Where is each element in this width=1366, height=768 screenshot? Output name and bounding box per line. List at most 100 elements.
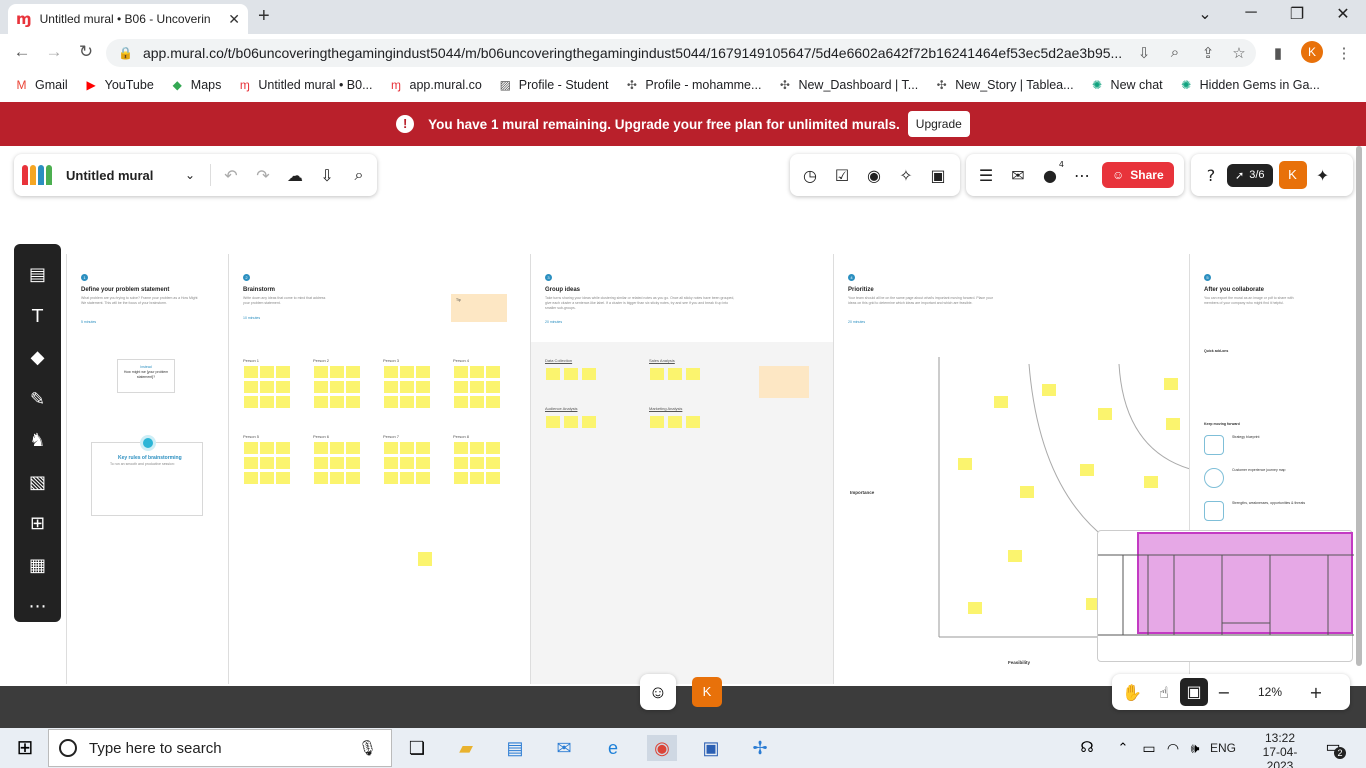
sticky-note[interactable] xyxy=(564,416,578,428)
more-icon[interactable]: ⋯ xyxy=(1066,166,1098,185)
sticky-note[interactable] xyxy=(958,458,972,470)
sticky-note[interactable] xyxy=(416,366,430,378)
sticky-note[interactable] xyxy=(260,442,274,454)
restore-button[interactable]: ❐ xyxy=(1282,4,1312,24)
reload-button[interactable]: ↻ xyxy=(74,42,98,62)
bookmark-item[interactable]: ▨ Profile - Student xyxy=(498,78,609,92)
bookmark-item[interactable]: ◆ Maps xyxy=(170,78,222,92)
sticky-note[interactable] xyxy=(582,416,596,428)
sticky-note[interactable] xyxy=(1164,378,1178,390)
side-panel-icon[interactable]: ▮ xyxy=(1268,44,1288,62)
sticky-note[interactable] xyxy=(244,381,258,393)
shapes-icon[interactable]: ◆ xyxy=(14,337,61,379)
timer-icon[interactable]: ◷ xyxy=(794,166,826,185)
windows-start-icon[interactable]: ⊞ xyxy=(10,735,40,761)
mural-canvas[interactable]: 1 Define your problem statement What pro… xyxy=(0,146,1366,728)
sticky-note[interactable] xyxy=(454,381,468,393)
sticky-note[interactable] xyxy=(260,457,274,469)
people-icon[interactable]: ☊ xyxy=(1072,735,1102,761)
sticky-note[interactable] xyxy=(260,396,274,408)
address-bar[interactable]: 🔒 app.mural.co/t/b06uncoveringthegamingi… xyxy=(106,39,1256,67)
sticky-note[interactable] xyxy=(1042,384,1056,396)
sticky-note[interactable] xyxy=(276,366,290,378)
sticky-note[interactable] xyxy=(244,396,258,408)
sticky-note[interactable] xyxy=(546,368,560,380)
sticky-note[interactable] xyxy=(686,368,700,380)
sticky-note[interactable] xyxy=(486,457,500,469)
sticky-note[interactable] xyxy=(1020,486,1034,498)
zoom-level[interactable]: 12% xyxy=(1240,685,1300,699)
select-tool-icon[interactable]: ☝ xyxy=(1148,683,1180,702)
icons-llama-icon[interactable]: ♞ xyxy=(14,420,61,462)
sticky-note[interactable] xyxy=(994,396,1008,408)
sticky-note[interactable] xyxy=(346,442,360,454)
sticky-note[interactable] xyxy=(1144,476,1158,488)
file-explorer-icon[interactable]: ▰ xyxy=(451,735,481,761)
app-icon[interactable]: ▣ xyxy=(696,735,726,761)
sticky-note[interactable] xyxy=(416,457,430,469)
sticky-note[interactable] xyxy=(276,381,290,393)
redo-icon[interactable]: ↷ xyxy=(247,166,279,185)
sticky-note[interactable] xyxy=(384,472,398,484)
task-view-icon[interactable]: ❏ xyxy=(402,735,432,761)
install-icon[interactable]: ⇩ xyxy=(1134,44,1154,62)
sticky-note[interactable] xyxy=(330,381,344,393)
bookmark-item[interactable]: ✣ New_Story | Tablea... xyxy=(934,78,1074,92)
self-avatar[interactable]: K xyxy=(692,677,722,707)
sticky-note[interactable] xyxy=(384,396,398,408)
sticky-note[interactable] xyxy=(546,416,560,428)
reaction-icon[interactable]: ☺ xyxy=(640,674,676,710)
sticky-note[interactable] xyxy=(470,366,484,378)
mural-title[interactable]: Untitled mural xyxy=(66,168,174,183)
minimap-toggle-icon[interactable]: ▣ xyxy=(1180,678,1208,706)
ai-sparkle-icon[interactable]: ✦ xyxy=(1307,166,1339,185)
sticky-note[interactable] xyxy=(564,368,578,380)
zoom-out-icon[interactable]: − xyxy=(1208,683,1240,702)
clock[interactable]: 13:22 17-04-2023 xyxy=(1252,731,1308,768)
download-icon[interactable]: ⇩ xyxy=(311,166,343,185)
sticky-note[interactable] xyxy=(416,396,430,408)
edge-icon[interactable]: e xyxy=(598,735,628,761)
sticky-note[interactable] xyxy=(668,368,682,380)
sticky-note[interactable] xyxy=(400,457,414,469)
bookmark-item[interactable]: ✣ New_Dashboard | T... xyxy=(777,78,918,92)
draw-icon[interactable]: ✎ xyxy=(14,379,61,421)
templates-icon[interactable]: ⊞ xyxy=(14,503,61,545)
share-icon[interactable]: ⇪ xyxy=(1198,44,1218,62)
chrome-icon[interactable]: ◉ xyxy=(647,735,677,761)
sticky-note[interactable] xyxy=(582,368,596,380)
sticky-note[interactable] xyxy=(416,472,430,484)
sticky-note[interactable] xyxy=(400,472,414,484)
sticky-note[interactable] xyxy=(486,442,500,454)
sticky-note[interactable] xyxy=(244,366,258,378)
private-mode-icon[interactable]: ◉ xyxy=(858,166,890,185)
sticky-note[interactable] xyxy=(968,602,982,614)
sticky-note[interactable] xyxy=(314,396,328,408)
hmw-card[interactable]: Instead How might we [your problem state… xyxy=(117,359,175,393)
sticky-note[interactable] xyxy=(486,366,500,378)
sticky-note[interactable] xyxy=(346,396,360,408)
template-item[interactable]: Customer experience journey map xyxy=(1232,468,1286,473)
forward-button[interactable]: → xyxy=(42,42,66,62)
search-icon[interactable]: ⌕ xyxy=(343,165,375,185)
more-tools-icon[interactable]: ⋯ xyxy=(14,586,61,628)
outline-icon[interactable]: ☰ xyxy=(970,166,1002,185)
mail-icon[interactable]: ✉ xyxy=(549,735,579,761)
taskbar-search[interactable]: Type here to search 🎙 xyxy=(48,729,392,767)
sticky-note[interactable] xyxy=(244,472,258,484)
user-avatar[interactable]: K xyxy=(1278,161,1307,189)
sticky-note[interactable] xyxy=(470,381,484,393)
minimize-button[interactable]: ─ xyxy=(1236,4,1266,22)
sticky-note[interactable] xyxy=(1166,418,1180,430)
group-label[interactable]: Audience Analysis xyxy=(545,406,577,411)
sticky-note[interactable] xyxy=(470,442,484,454)
sticky-note[interactable] xyxy=(486,396,500,408)
sticky-note[interactable] xyxy=(470,472,484,484)
notifications-icon[interactable]: ▭ 2 xyxy=(1318,735,1348,761)
sticky-note-icon[interactable]: ▤ xyxy=(14,254,61,296)
profile-avatar[interactable]: K xyxy=(1301,41,1323,63)
language-indicator[interactable]: ENG xyxy=(1210,741,1236,755)
sticky-note[interactable] xyxy=(418,552,432,566)
sticky-note[interactable] xyxy=(314,442,328,454)
volume-icon[interactable]: 🕪 xyxy=(1180,735,1210,761)
